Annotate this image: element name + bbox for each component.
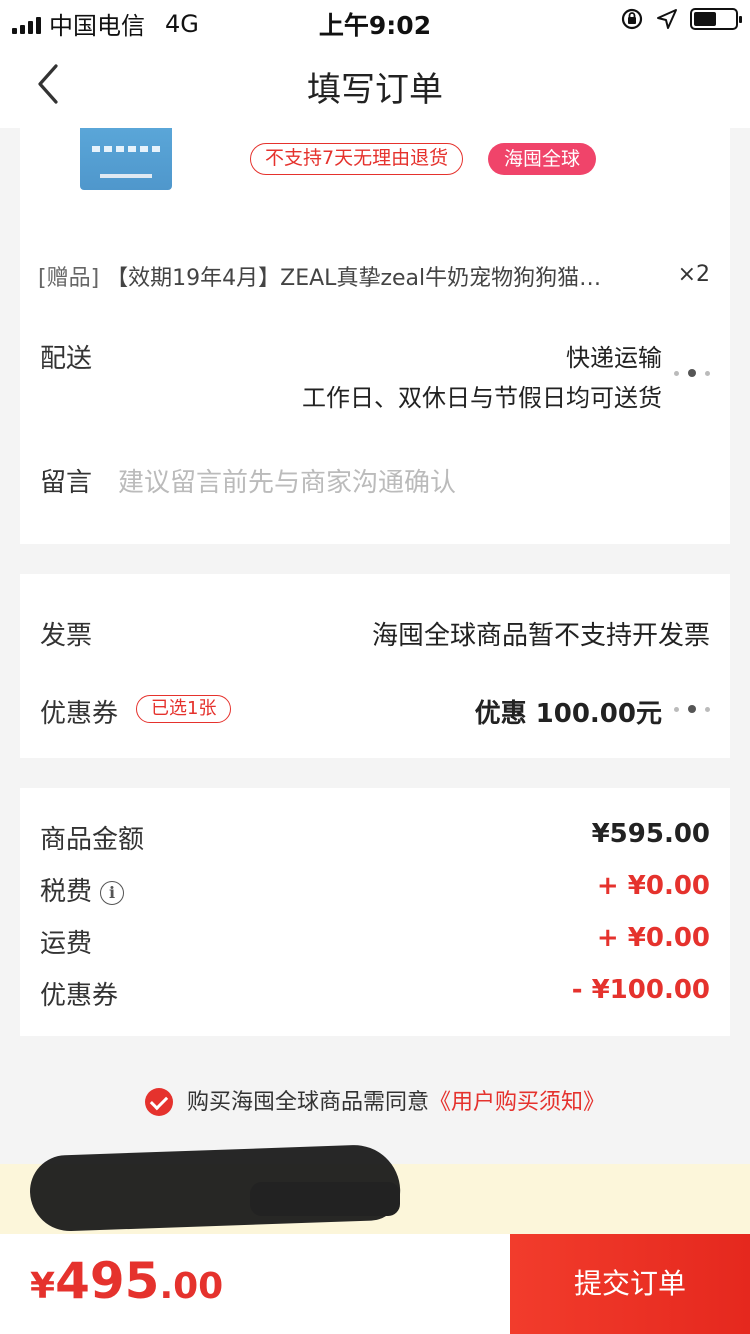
checkout-bar: ¥495.00 提交订单 xyxy=(0,1234,750,1334)
coupon-discount-label: 优惠券 xyxy=(40,981,119,1011)
gift-quantity: ×2 xyxy=(677,262,710,287)
gift-label: [赠品] xyxy=(38,266,100,291)
currency-symbol: ¥ xyxy=(30,1266,56,1307)
global-tag: 海囤全球 xyxy=(488,143,597,175)
more-icon xyxy=(674,369,710,377)
page-title: 填写订单 xyxy=(307,70,443,110)
amount-summary-card: 商品金额 ¥595.00 税费 i + ¥0.00 运费 + ¥0.00 优惠券 … xyxy=(20,788,730,1036)
location-icon xyxy=(657,9,677,29)
shipping-value: + ¥0.00 xyxy=(596,923,710,953)
more-icon xyxy=(674,705,710,713)
order-items-card: 不支持7天无理由退货 海囤全球 [赠品] 【效期19年4月】ZEAL真挚zeal… xyxy=(20,128,730,544)
shipping-label: 运费 xyxy=(40,929,93,959)
no-return-tag: 不支持7天无理由退货 xyxy=(250,143,464,175)
coupon-count-badge: 已选1张 xyxy=(136,695,232,723)
info-icon[interactable]: i xyxy=(100,881,125,905)
coupon-value: 优惠 100.00元 xyxy=(474,699,662,729)
goods-amount-value: ¥595.00 xyxy=(591,819,710,849)
submit-order-button[interactable]: 提交订单 xyxy=(510,1234,750,1334)
gift-title: 【效期19年4月】ZEAL真挚zeal牛奶宠物狗狗猫… xyxy=(106,266,602,291)
nav-bar: 填写订单 xyxy=(0,40,750,128)
goods-amount-label: 商品金额 xyxy=(40,825,145,855)
agreement-link[interactable]: 《用户购买须知》 xyxy=(429,1090,605,1115)
total-price: ¥495.00 xyxy=(30,1252,223,1310)
gift-item[interactable]: [赠品] 【效期19年4月】ZEAL真挚zeal牛奶宠物狗狗猫… xyxy=(38,260,708,292)
agreement-row: 购买海囤全球商品需同意《用户购买须知》 xyxy=(0,1084,750,1116)
total-decimal: .00 xyxy=(159,1266,224,1307)
tax-value: + ¥0.00 xyxy=(596,871,710,901)
check-icon[interactable] xyxy=(144,1088,173,1116)
delivery-method: 快递运输 xyxy=(566,344,662,372)
tax-label: 税费 xyxy=(40,877,93,907)
invoice-value: 海囤全球商品暂不支持开发票 xyxy=(371,621,710,651)
rotation-lock-icon xyxy=(621,8,643,30)
coupon-label: 优惠券 xyxy=(40,699,119,729)
battery-icon xyxy=(690,8,742,30)
message-label: 留言 xyxy=(40,468,93,498)
agreement-text: 购买海囤全球商品需同意 xyxy=(186,1090,429,1115)
message-input[interactable]: 建议留言前先与商家沟通确认 xyxy=(118,462,456,499)
product-image[interactable] xyxy=(80,128,172,190)
tax-row-label: 税费 i xyxy=(40,871,125,908)
delivery-label: 配送 xyxy=(40,344,93,374)
status-bar: 中国电信 4G 上午9:02 xyxy=(0,0,750,40)
invoice-label: 发票 xyxy=(40,621,93,651)
total-integer: 495 xyxy=(55,1252,160,1310)
invoice-coupon-card: 发票 海囤全球商品暂不支持开发票 优惠券 已选1张 优惠 100.00元 xyxy=(20,574,730,758)
delivery-schedule: 工作日、双休日与节假日均可送货 xyxy=(302,384,662,412)
redaction-mark xyxy=(250,1182,400,1216)
coupon-discount-value: - ¥100.00 xyxy=(571,975,710,1005)
